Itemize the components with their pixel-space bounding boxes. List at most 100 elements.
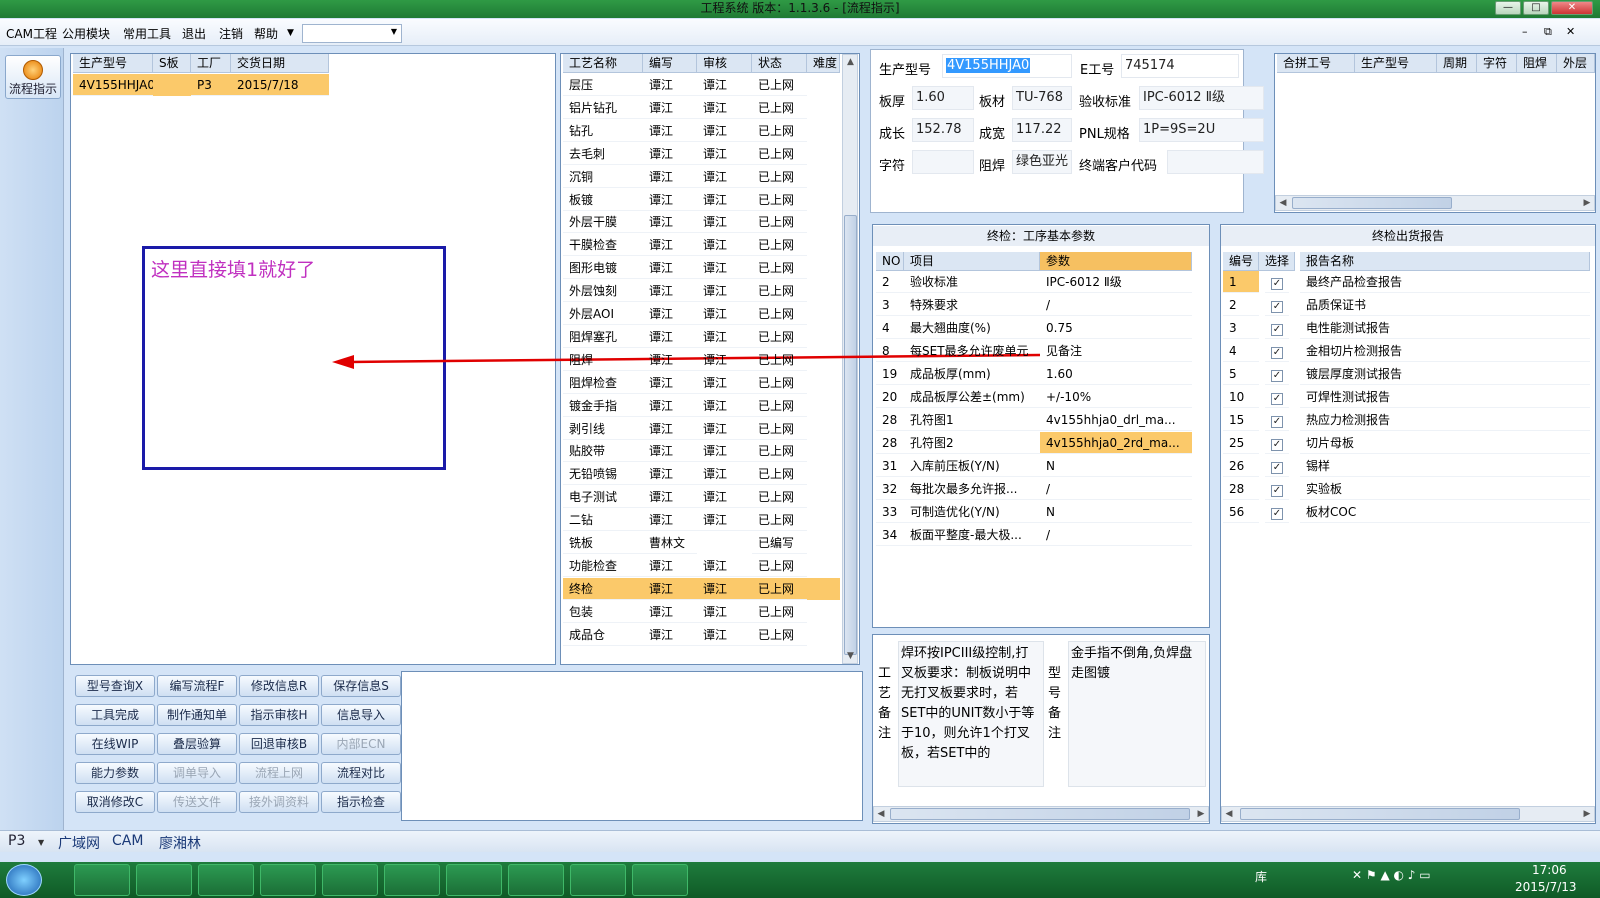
module-combo[interactable]: ▼ xyxy=(302,24,402,43)
combine-col-header[interactable]: 外层 xyxy=(1557,54,1595,73)
process-col-header[interactable]: 编写 xyxy=(643,54,697,73)
combine-col-header[interactable]: 周期 xyxy=(1437,54,1477,73)
process-col-header[interactable]: 状态 xyxy=(752,54,807,73)
param-cell[interactable]: / xyxy=(1040,524,1192,546)
minimize-button[interactable]: — xyxy=(1495,1,1521,15)
process-cell[interactable]: 铣板 xyxy=(563,532,643,554)
p-app-icon[interactable] xyxy=(508,864,564,896)
process-cell[interactable]: 贴胶带 xyxy=(563,440,643,463)
e-number-field[interactable]: 745174 xyxy=(1121,54,1239,78)
checkbox-icon[interactable]: ✓ xyxy=(1271,393,1283,405)
process-col-header[interactable]: 工艺名称 xyxy=(563,54,643,73)
report-checkbox[interactable]: ✓ xyxy=(1265,386,1289,408)
checkbox-icon[interactable]: ✓ xyxy=(1271,485,1283,497)
action-button[interactable]: 能力参数 xyxy=(75,762,155,784)
x-app-icon[interactable] xyxy=(384,864,440,896)
scroll-down-icon[interactable]: ▼ xyxy=(844,649,857,663)
checkbox-icon[interactable]: ✓ xyxy=(1271,324,1283,336)
scroll-right-icon[interactable]: ▶ xyxy=(1194,807,1208,821)
param-cell[interactable]: 1.60 xyxy=(1040,363,1192,385)
calculator-app-icon[interactable] xyxy=(446,864,502,896)
pnl-field[interactable]: 1P=9S=2U xyxy=(1139,118,1264,142)
process-col-header[interactable]: 审核 xyxy=(697,54,752,73)
process-cell[interactable]: 阻焊 xyxy=(563,349,643,371)
checkbox-icon[interactable]: ✓ xyxy=(1271,347,1283,359)
mdi-close-icon[interactable]: ✕ xyxy=(1566,25,1575,38)
action-button[interactable]: 工具完成 xyxy=(75,704,155,726)
action-button[interactable]: 回退审核B xyxy=(239,733,319,755)
combo-arrow-icon[interactable]: ▼ xyxy=(391,27,397,36)
scroll-up-icon[interactable]: ▲ xyxy=(844,55,857,69)
combine-col-header[interactable]: 字符 xyxy=(1477,54,1517,73)
process-cell[interactable]: 阻焊检查 xyxy=(563,372,643,394)
notepad-app-icon[interactable] xyxy=(198,864,254,896)
process-cell[interactable]: 沉铜 xyxy=(563,166,643,188)
param-cell[interactable]: 4v155hhja0_drl_ma... xyxy=(1040,409,1192,431)
process-cell[interactable]: 功能检查 xyxy=(563,555,643,577)
scroll-right-icon[interactable]: ▶ xyxy=(1580,196,1594,210)
param-cell[interactable]: 0.75 xyxy=(1040,317,1192,339)
process-cell[interactable]: 去毛刺 xyxy=(563,143,643,165)
param-cell[interactable]: +/-10% xyxy=(1040,386,1192,408)
process-cell[interactable]: 阻焊塞孔 xyxy=(563,326,643,348)
library-label[interactable]: 库 xyxy=(1255,868,1267,885)
scroll-thumb[interactable] xyxy=(844,215,857,655)
word-app-icon[interactable] xyxy=(570,864,626,896)
start-icon[interactable] xyxy=(6,864,42,896)
action-button[interactable]: 制作通知单 xyxy=(157,704,237,726)
customer-code-field[interactable] xyxy=(1167,150,1264,174)
action-button[interactable]: 调单导入 xyxy=(157,762,237,784)
tray-icons[interactable]: ✕ ⚑ ▲ ◐ ♪ ▭ xyxy=(1352,868,1431,882)
model-remark-text[interactable]: 金手指不倒角,负焊盘走图镀 xyxy=(1068,641,1206,787)
character-field[interactable] xyxy=(912,150,974,174)
action-button[interactable]: 叠层验算 xyxy=(157,733,237,755)
process-cell[interactable]: 层压 xyxy=(563,74,643,96)
reports-hscrollbar[interactable]: ◀ ▶ xyxy=(1221,806,1595,822)
report-checkbox[interactable]: ✓ xyxy=(1265,340,1289,362)
action-button[interactable]: 接外调资料 xyxy=(239,791,319,813)
chevron-down-icon[interactable]: ▼ xyxy=(38,838,44,847)
param-cell[interactable]: 见备注 xyxy=(1040,340,1192,362)
mask-field[interactable]: 绿色亚光 xyxy=(1012,150,1072,174)
scroll-left-icon[interactable]: ◀ xyxy=(874,807,888,821)
report-checkbox[interactable]: ✓ xyxy=(1265,294,1289,316)
param-cell[interactable]: N xyxy=(1040,455,1192,477)
width-field[interactable]: 117.22 xyxy=(1012,118,1072,142)
combine-col-header[interactable]: 生产型号 xyxy=(1355,54,1437,73)
action-button[interactable]: 流程上网 xyxy=(239,762,319,784)
menu-exit[interactable]: 退出 xyxy=(182,25,206,42)
action-button[interactable]: 指示检查 xyxy=(321,791,401,813)
checkbox-icon[interactable]: ✓ xyxy=(1271,416,1283,428)
scroll-left-icon[interactable]: ◀ xyxy=(1276,196,1290,210)
action-button[interactable]: 传送文件 xyxy=(157,791,237,813)
g-app-icon[interactable] xyxy=(260,864,316,896)
eye-app-icon[interactable] xyxy=(322,864,378,896)
menu-help[interactable]: 帮助 xyxy=(254,25,278,42)
process-remark-text[interactable]: 焊环按IPCIII级控制,打叉板要求：制板说明中无打叉板要求时，若SET中的UN… xyxy=(898,641,1044,787)
params-col-header[interactable]: NO xyxy=(876,252,904,271)
status-factory[interactable]: P3 xyxy=(8,833,25,849)
process-cell[interactable]: 剥引线 xyxy=(563,418,643,440)
scroll-thumb[interactable] xyxy=(1240,808,1520,820)
report-checkbox[interactable]: ✓ xyxy=(1265,501,1289,523)
combine-col-header[interactable]: 合拼工号 xyxy=(1277,54,1355,73)
action-button[interactable]: 信息导入 xyxy=(321,704,401,726)
remarks-hscrollbar[interactable]: ◀ ▶ xyxy=(873,806,1209,822)
report-checkbox[interactable]: ✓ xyxy=(1265,271,1289,293)
process-cell[interactable]: 二钻 xyxy=(563,509,643,532)
report-checkbox[interactable]: ✓ xyxy=(1265,455,1289,477)
chevron-down-icon[interactable]: ▼ xyxy=(287,28,294,38)
param-cell[interactable]: / xyxy=(1040,478,1192,500)
reports-col-header[interactable]: 选择 xyxy=(1259,252,1295,271)
action-button[interactable]: 指示审核H xyxy=(239,704,319,726)
param-cell[interactable]: / xyxy=(1040,294,1192,316)
scroll-thumb[interactable] xyxy=(1292,197,1452,209)
reports-col-header[interactable]: 编号 xyxy=(1223,252,1259,271)
close-button[interactable]: ✕ xyxy=(1551,1,1593,15)
length-field[interactable]: 152.78 xyxy=(912,118,974,142)
menu-logout[interactable]: 注销 xyxy=(219,25,243,42)
checkbox-icon[interactable]: ✓ xyxy=(1271,462,1283,474)
scroll-left-icon[interactable]: ◀ xyxy=(1222,807,1236,821)
menu-cam[interactable]: CAM工程 xyxy=(6,25,57,42)
report-checkbox[interactable]: ✓ xyxy=(1265,317,1289,339)
